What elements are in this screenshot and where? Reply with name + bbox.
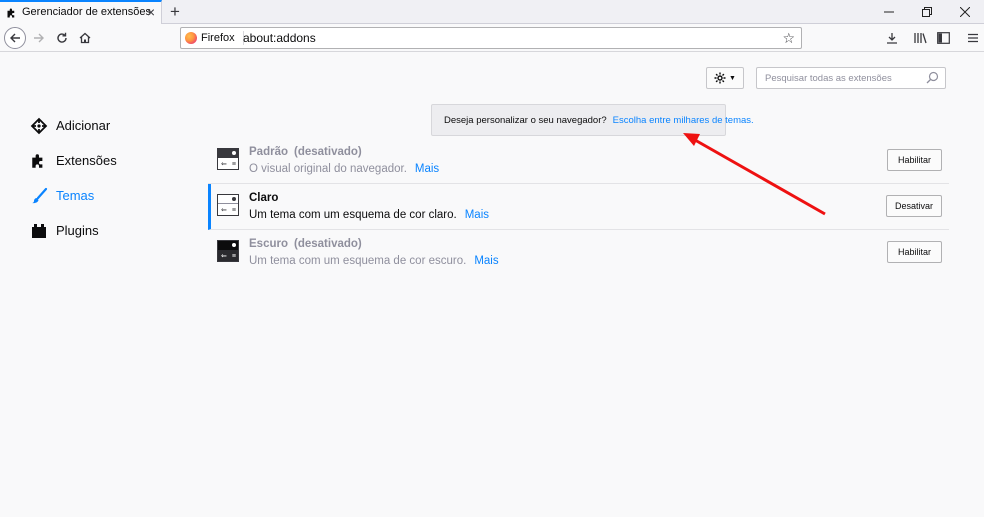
theme-preview-icon: ⇐ ≡ (217, 194, 239, 216)
forward-arrow-icon (34, 33, 44, 43)
list-item-theme-dark[interactable]: ⇐ ≡ Escuro (desativado) Um tema com um esq… (208, 230, 949, 276)
theme-name: Padrão (249, 146, 288, 158)
sidebar-item-plugins[interactable]: Plugins (30, 213, 117, 248)
url-bar[interactable]: Firefox about:addons ☆ (180, 27, 802, 49)
enable-button[interactable]: Habilitar (887, 149, 942, 171)
enable-button[interactable]: Habilitar (887, 241, 942, 263)
theme-description-row: O visual original do navegador. Mais (249, 163, 439, 175)
home-icon (79, 32, 91, 44)
back-arrow-icon (10, 33, 20, 43)
theme-name-row: Escuro (desativado) (249, 238, 362, 250)
sidebar-item-label: Adicionar (56, 118, 111, 133)
list-item-theme-default[interactable]: ⇐ ≡ Padrão (desativado) O visual original … (208, 138, 949, 184)
sidebar-icon (937, 32, 950, 44)
home-button[interactable] (74, 27, 96, 49)
sidebar-item-label: Temas (56, 188, 95, 203)
identity-label: Firefox (201, 32, 235, 44)
menu-button[interactable] (961, 27, 984, 49)
browse-themes-link[interactable]: Escolha entre milhares de temas. (613, 115, 754, 126)
firefox-logo-icon (185, 32, 197, 44)
search-field[interactable] (756, 67, 946, 89)
brush-icon (30, 187, 48, 205)
puzzle-icon (30, 152, 48, 170)
identity-box[interactable]: Firefox (185, 31, 244, 45)
get-addons-icon (30, 117, 48, 135)
list-item-theme-light[interactable]: ⇐ ≡ Claro Um tema com um esquema de cor c… (208, 184, 949, 230)
back-button[interactable] (4, 27, 26, 49)
theme-description-row: Um tema com um esquema de cor claro. Mais (249, 209, 489, 221)
restore-icon (922, 7, 932, 17)
restore-button[interactable] (908, 0, 946, 24)
forward-button[interactable] (28, 27, 50, 49)
theme-description: Um tema com um esquema de cor escuro. (249, 255, 467, 267)
plugin-icon (30, 222, 48, 240)
close-tab-icon[interactable]: × (144, 4, 158, 20)
url-text[interactable]: about:addons (243, 31, 316, 45)
window-controls (870, 0, 984, 24)
sidebar-item-themes[interactable]: Temas (30, 178, 117, 213)
hamburger-menu-icon (967, 33, 978, 43)
theme-status: (desativado) (294, 146, 362, 158)
sidebar-item-get-addons[interactable]: Adicionar (30, 108, 117, 143)
more-link[interactable]: Mais (415, 163, 439, 175)
download-icon (886, 33, 897, 44)
theme-list: ⇐ ≡ Padrão (desativado) O visual original … (208, 138, 949, 276)
theme-name-row: Padrão (desativado) (249, 146, 362, 158)
chevron-down-icon: ▼ (729, 74, 736, 82)
banner-text: Deseja personalizar o seu navegador? (444, 114, 607, 126)
themes-discovery-banner: Deseja personalizar o seu navegador? Esc… (431, 104, 754, 136)
close-icon (960, 7, 970, 17)
toolbar-right (880, 27, 984, 49)
theme-name: Escuro (249, 238, 288, 250)
search-input[interactable] (757, 68, 917, 88)
library-icon (913, 33, 927, 44)
theme-description: O visual original do navegador. (249, 163, 407, 175)
close-window-button[interactable] (946, 0, 984, 24)
minimize-icon (884, 11, 894, 13)
minimize-button[interactable] (870, 0, 908, 24)
reload-button[interactable] (51, 27, 73, 49)
more-link[interactable]: Mais (465, 209, 489, 221)
downloads-button[interactable] (880, 27, 903, 49)
theme-name-row: Claro (249, 192, 278, 204)
new-tab-button[interactable]: + (166, 2, 184, 22)
sidebars-button[interactable] (932, 27, 955, 49)
more-link[interactable]: Mais (474, 255, 498, 267)
gear-icon (714, 72, 726, 84)
tools-menu-button[interactable]: ▼ (706, 67, 744, 89)
search-icon[interactable] (926, 71, 939, 84)
theme-description-row: Um tema com um esquema de cor escuro. Mai… (249, 255, 499, 267)
disable-button[interactable]: Desativar (886, 195, 942, 217)
tab-title: Gerenciador de extensões (22, 6, 152, 18)
theme-status: (desativado) (294, 238, 362, 250)
theme-preview-icon: ⇐ ≡ (217, 240, 239, 262)
categories-sidebar: Adicionar Extensões Temas Plugins (30, 108, 117, 248)
library-button[interactable] (909, 27, 932, 49)
sidebar-item-label: Extensões (56, 153, 117, 168)
sidebar-item-label: Plugins (56, 223, 99, 238)
bookmark-star-icon[interactable]: ☆ (782, 30, 795, 46)
theme-description: Um tema com um esquema de cor claro. (249, 209, 457, 221)
tab-strip: Gerenciador de extensões × + (0, 0, 984, 24)
navigation-toolbar: Firefox about:addons ☆ (0, 24, 984, 52)
theme-preview-icon: ⇐ ≡ (217, 148, 239, 170)
sidebar-item-extensions[interactable]: Extensões (30, 143, 117, 178)
reload-icon (57, 32, 67, 43)
puzzle-icon (7, 8, 15, 18)
theme-name: Claro (249, 192, 279, 204)
tab-addons-manager[interactable]: Gerenciador de extensões × (0, 0, 162, 24)
